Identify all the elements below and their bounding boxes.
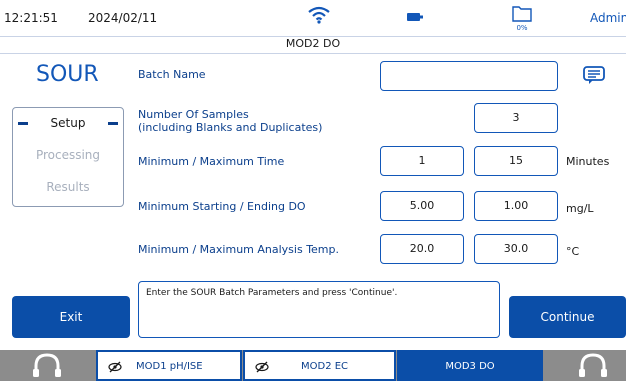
- active-marker-right: [108, 122, 118, 125]
- status-bar: 12:21:51 2024/02/11 0% Admin: [0, 0, 626, 37]
- user-name: Admin: [590, 11, 626, 25]
- max-do-input[interactable]: 1.00: [474, 191, 558, 221]
- folder-icon: [512, 6, 532, 22]
- title-divider: [0, 53, 626, 54]
- num-samples-label: Number Of Samples (including Blanks and …: [138, 108, 322, 134]
- hidden-eye-icon: [255, 352, 269, 381]
- do-label: Minimum Starting / Ending DO: [138, 200, 306, 213]
- num-samples-input[interactable]: 3: [474, 103, 558, 133]
- side-menu-label: Setup: [50, 116, 86, 130]
- side-menu-item-setup[interactable]: Setup: [13, 116, 123, 134]
- storage-indicator: 0%: [512, 4, 532, 32]
- max-time-input[interactable]: 15: [474, 146, 558, 176]
- side-menu-item-results: Results: [13, 180, 123, 194]
- battery-icon: [407, 13, 423, 21]
- tab-label: MOD1 pH/ISE: [136, 361, 203, 372]
- time-unit: Minutes: [566, 155, 610, 168]
- tab-mod2[interactable]: MOD2 EC: [243, 350, 396, 381]
- do-unit: mg/L: [566, 202, 594, 215]
- tab-label: MOD3 DO: [445, 361, 495, 372]
- min-do-input[interactable]: 5.00: [380, 191, 464, 221]
- message-text: Enter the SOUR Batch Parameters and pres…: [146, 288, 398, 298]
- window-title: MOD2 DO: [285, 37, 341, 50]
- tab-mod1[interactable]: MOD1 pH/ISE: [96, 350, 242, 381]
- num-samples-label-line2: (including Blanks and Duplicates): [138, 121, 323, 134]
- side-menu-item-processing: Processing: [13, 148, 123, 162]
- clock-date: 2024/02/11: [88, 11, 158, 25]
- exit-button[interactable]: Exit: [12, 296, 130, 338]
- active-marker-left: [18, 122, 28, 125]
- method-name: SOUR: [36, 62, 99, 87]
- max-temp-input[interactable]: 30.0: [474, 234, 558, 264]
- continue-button[interactable]: Continue: [509, 296, 626, 338]
- tab-mod3[interactable]: MOD3 DO: [397, 350, 543, 381]
- batch-name-input[interactable]: [380, 61, 558, 91]
- time-label: Minimum / Maximum Time: [138, 155, 285, 168]
- side-menu-label: Results: [46, 180, 90, 194]
- batch-name-label: Batch Name: [138, 68, 206, 81]
- tab-label: MOD2 EC: [301, 361, 349, 372]
- side-menu-label: Processing: [35, 148, 101, 162]
- temp-label: Minimum / Maximum Analysis Temp.: [138, 243, 340, 256]
- num-samples-label-line1: Number Of Samples: [138, 108, 249, 121]
- headset-icon-left[interactable]: [30, 352, 64, 379]
- clock-time: 12:21:51: [4, 11, 58, 25]
- min-time-input[interactable]: 1: [380, 146, 464, 176]
- message-box: Enter the SOUR Batch Parameters and pres…: [138, 281, 500, 338]
- keyboard-icon[interactable]: [582, 65, 606, 85]
- storage-percent: 0%: [516, 24, 528, 32]
- headset-icon-right[interactable]: [576, 352, 610, 379]
- temp-unit: °C: [566, 245, 580, 258]
- hidden-eye-icon: [108, 352, 122, 381]
- wifi-icon: [308, 6, 330, 24]
- side-menu: Setup Processing Results: [12, 107, 124, 207]
- min-temp-input[interactable]: 20.0: [380, 234, 464, 264]
